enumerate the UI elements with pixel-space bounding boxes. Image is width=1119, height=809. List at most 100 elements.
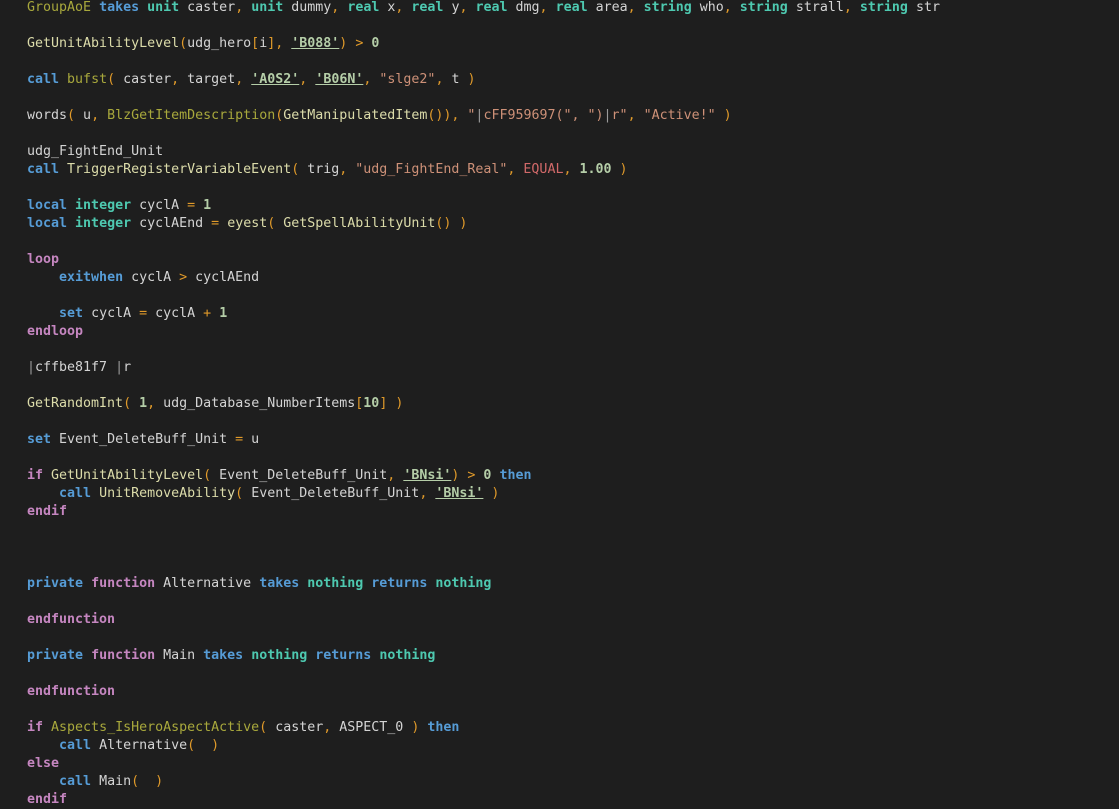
code-line[interactable]: words( u, BlzGetItemDescription(GetManip… <box>27 107 940 125</box>
operator: ) <box>459 216 468 231</box>
operator: , <box>627 0 636 15</box>
code-line[interactable] <box>27 179 940 197</box>
keyword: returns <box>315 648 372 663</box>
number-literal: 1.00 <box>579 162 612 177</box>
rawcode-literal: 'B088' <box>291 36 340 51</box>
code-line[interactable] <box>27 233 940 251</box>
code-line[interactable]: set cyclA = cyclA + 1 <box>27 305 940 323</box>
keyword: returns <box>371 576 428 591</box>
type-keyword: nothing <box>435 576 492 591</box>
escape-char: | <box>603 108 612 123</box>
code-line[interactable]: loop <box>27 251 940 269</box>
code-line[interactable]: call Main( ) <box>27 773 940 791</box>
type-keyword: unit <box>251 0 284 15</box>
control-keyword: endloop <box>27 324 84 339</box>
code-line[interactable]: |cffbe81f7 |r <box>27 359 940 377</box>
operator: ( <box>123 396 132 411</box>
identifier: cffbe81f7 <box>35 360 116 375</box>
code-line[interactable]: if GetUnitAbilityLevel( Event_DeleteBuff… <box>27 467 940 485</box>
code-line[interactable] <box>27 17 940 35</box>
identifier: u <box>243 432 260 447</box>
operator: , <box>147 396 156 411</box>
function-call: eyest <box>227 216 268 231</box>
operator: , <box>235 0 244 15</box>
function-name: BlzGetItemDescription <box>107 108 276 123</box>
code-line[interactable]: endif <box>27 503 940 521</box>
keyword: call <box>27 162 60 177</box>
code-line[interactable] <box>27 557 940 575</box>
operator: [ <box>251 36 260 51</box>
identifier: area <box>587 0 628 15</box>
identifier: cyclAEnd <box>187 270 260 285</box>
operator: ) <box>619 162 628 177</box>
code-line[interactable]: endfunction <box>27 611 940 629</box>
identifier: udg_hero <box>187 36 252 51</box>
code-line[interactable]: local integer cyclAEnd = eyest( GetSpell… <box>27 215 940 233</box>
identifier <box>43 720 51 735</box>
code-line[interactable] <box>27 125 940 143</box>
operator: ( <box>203 468 212 483</box>
code-line[interactable] <box>27 89 940 107</box>
code-line[interactable]: call bufst( caster, target, 'A0S2', 'B06… <box>27 71 940 89</box>
number-literal: 1 <box>203 198 212 213</box>
code-line[interactable]: set Event_DeleteBuff_Unit = u <box>27 431 940 449</box>
code-line[interactable] <box>27 449 940 467</box>
control-keyword: loop <box>27 252 60 267</box>
code-line[interactable]: endfunction <box>27 683 940 701</box>
identifier <box>91 486 99 501</box>
code-line[interactable] <box>27 341 940 359</box>
code-line[interactable]: exitwhen cyclA > cyclAEnd <box>27 269 940 287</box>
code-line[interactable]: endif <box>27 791 940 809</box>
code-line[interactable] <box>27 701 940 719</box>
code-line[interactable] <box>27 593 940 611</box>
code-line[interactable]: GroupAoE takes unit caster, unit dummy, … <box>27 0 940 17</box>
identifier <box>27 774 59 789</box>
code-line[interactable] <box>27 539 940 557</box>
string-literal: "udg_FightEnd_Real" <box>355 162 508 177</box>
type-keyword: nothing <box>251 648 308 663</box>
type-keyword: nothing <box>307 576 364 591</box>
control-keyword: function <box>91 648 156 663</box>
identifier <box>99 108 107 123</box>
operator: ) <box>723 108 732 123</box>
code-line[interactable] <box>27 521 940 539</box>
code-line[interactable]: udg_FightEnd_Unit <box>27 143 940 161</box>
identifier: Event_DeleteBuff_Unit <box>243 486 420 501</box>
code-editor[interactable]: GroupAoE takes unit caster, unit dummy, … <box>27 0 940 809</box>
rawcode-literal: 'BNsi' <box>435 486 484 501</box>
operator: ) <box>155 774 164 789</box>
identifier: x <box>379 0 396 15</box>
keyword: private <box>27 576 84 591</box>
code-line[interactable]: call Alternative( ) <box>27 737 940 755</box>
type-keyword: unit <box>147 0 180 15</box>
code-line[interactable]: local integer cyclA = 1 <box>27 197 940 215</box>
code-line[interactable] <box>27 53 940 71</box>
code-line[interactable] <box>27 665 940 683</box>
code-line[interactable] <box>27 287 940 305</box>
code-line[interactable] <box>27 629 940 647</box>
type-keyword: nothing <box>379 648 436 663</box>
code-line[interactable]: GetUnitAbilityLevel(udg_hero[i], 'B088')… <box>27 35 940 53</box>
code-line[interactable]: else <box>27 755 940 773</box>
keyword: set <box>59 306 84 321</box>
code-line[interactable]: call UnitRemoveAbility( Event_DeleteBuff… <box>27 485 940 503</box>
identifier <box>636 108 644 123</box>
code-line[interactable] <box>27 413 940 431</box>
code-line[interactable]: private function Main takes nothing retu… <box>27 647 940 665</box>
operator: ( <box>67 108 76 123</box>
identifier: udg_Database_NumberItems <box>155 396 356 411</box>
code-line[interactable] <box>27 377 940 395</box>
identifier <box>243 648 251 663</box>
control-keyword: endif <box>27 792 68 807</box>
identifier: str <box>907 0 940 15</box>
operator: , <box>91 108 100 123</box>
code-line[interactable]: call TriggerRegisterVariableEvent( trig,… <box>27 161 940 179</box>
identifier: i <box>259 36 268 51</box>
identifier: who <box>691 0 724 15</box>
code-line[interactable]: private function Alternative takes nothi… <box>27 575 940 593</box>
code-line[interactable]: if Aspects_IsHeroAspectActive( caster, A… <box>27 719 940 737</box>
code-line[interactable]: GetRandomInt( 1, udg_Database_NumberItem… <box>27 395 940 413</box>
keyword: takes <box>203 648 244 663</box>
operator: ) <box>211 738 220 753</box>
code-line[interactable]: endloop <box>27 323 940 341</box>
